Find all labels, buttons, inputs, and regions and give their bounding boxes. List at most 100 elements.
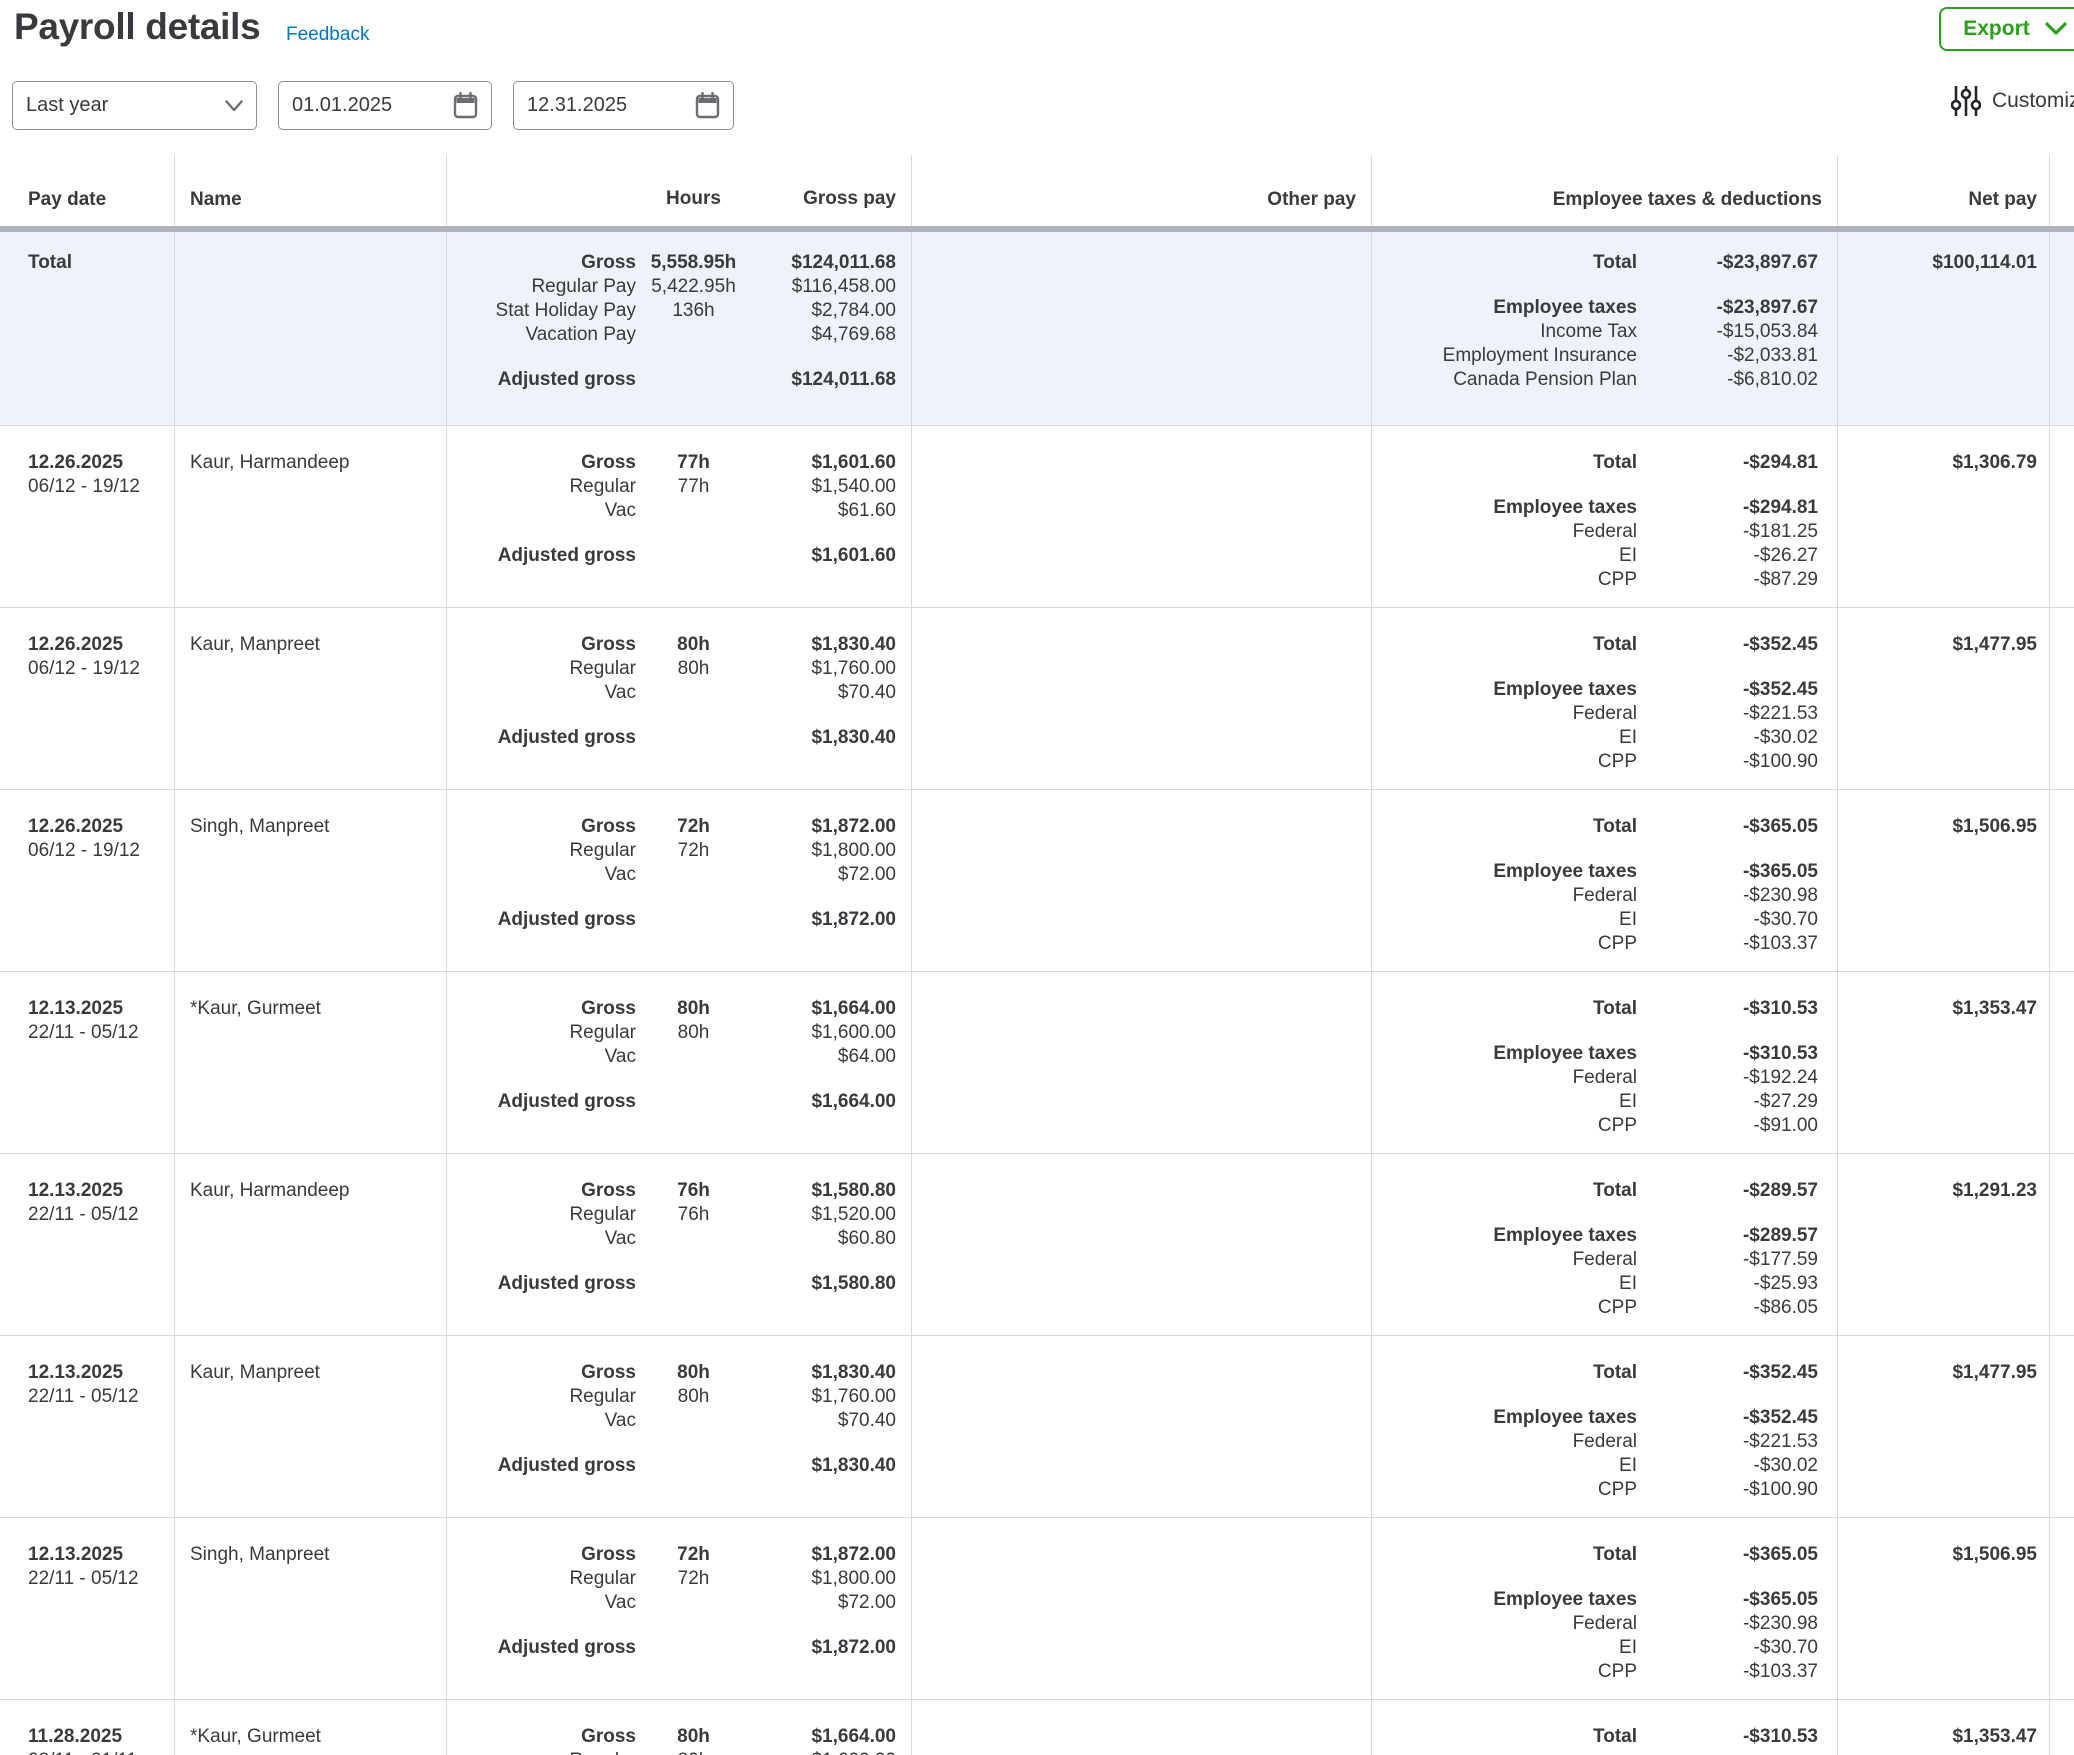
table-right-gutter xyxy=(2050,1154,2074,1335)
table-right-gutter xyxy=(2050,232,2074,425)
other-pay-cell xyxy=(912,608,1372,789)
table-right-gutter xyxy=(2050,1336,2074,1517)
end-date-input[interactable] xyxy=(527,94,647,117)
page-title: Payroll details xyxy=(14,6,260,48)
employee-name-cell: Kaur, Harmandeep xyxy=(175,1154,447,1335)
table-right-gutter xyxy=(2050,972,2074,1153)
total-net-pay: $100,114.01 xyxy=(1838,232,2050,425)
hours-gross-cell: Gross80h$1,664.00 Regular80h$1,600.00 xyxy=(447,1700,912,1755)
employee-name-cell: Singh, Manpreet xyxy=(175,1518,447,1699)
net-pay-cell: $1,353.47 xyxy=(1838,972,2050,1153)
payroll-row: 12.13.202522/11 - 05/12 Singh, Manpreet … xyxy=(0,1517,2074,1699)
pay-date-cell: 12.13.202522/11 - 05/12 xyxy=(0,1154,175,1335)
hours-gross-cell: Gross72h$1,872.00 Regular72h$1,800.00 Va… xyxy=(447,1518,912,1699)
table-right-gutter xyxy=(2050,426,2074,607)
period-select[interactable]: Last year xyxy=(12,81,257,130)
net-pay-cell: $1,291.23 xyxy=(1838,1154,2050,1335)
column-header-net-pay: Net pay xyxy=(1838,155,2050,226)
column-header-taxes: Employee taxes & deductions xyxy=(1372,155,1838,226)
table-right-gutter xyxy=(2050,1518,2074,1699)
total-summary-row: Total Gross5,558.95h$124,011.68 Regular … xyxy=(0,232,2074,425)
payroll-row: 12.26.202506/12 - 19/12 Singh, Manpreet … xyxy=(0,789,2074,971)
column-header-name: Name xyxy=(175,155,447,226)
other-pay-cell xyxy=(912,1518,1372,1699)
taxes-cell: Total-$294.81 Employee taxes-$294.81 Fed… xyxy=(1372,426,1838,607)
taxes-cell: Total-$352.45 Employee taxes-$352.45 Fed… xyxy=(1372,608,1838,789)
calendar-icon xyxy=(695,92,720,119)
total-other-pay-cell xyxy=(912,232,1372,425)
taxes-cell: Total-$365.05 Employee taxes-$365.05 Fed… xyxy=(1372,1518,1838,1699)
employee-name-cell: Kaur, Manpreet xyxy=(175,608,447,789)
other-pay-cell xyxy=(912,972,1372,1153)
total-row-label: Total xyxy=(0,232,175,425)
export-button-label: Export xyxy=(1963,17,2030,41)
table-header-row: Pay date Name Hours Gross pay Other pay … xyxy=(0,155,2074,226)
net-pay-cell: $1,477.95 xyxy=(1838,1336,2050,1517)
payroll-row: 12.13.202522/11 - 05/12 Kaur, Manpreet G… xyxy=(0,1335,2074,1517)
pay-date-cell: 12.26.202506/12 - 19/12 xyxy=(0,426,175,607)
end-date-field[interactable] xyxy=(513,81,734,130)
hours-gross-cell: Gross80h$1,830.40 Regular80h$1,760.00 Va… xyxy=(447,1336,912,1517)
payroll-row: 12.26.202506/12 - 19/12 Kaur, Manpreet G… xyxy=(0,607,2074,789)
payroll-row: 12.13.202522/11 - 05/12 *Kaur, Gurmeet G… xyxy=(0,971,2074,1153)
hours-gross-cell: Gross76h$1,580.80 Regular76h$1,520.00 Va… xyxy=(447,1154,912,1335)
start-date-input[interactable] xyxy=(292,94,412,117)
net-pay-cell: $1,306.79 xyxy=(1838,426,2050,607)
hours-gross-cell: Gross80h$1,664.00 Regular80h$1,600.00 Va… xyxy=(447,972,912,1153)
pay-date-cell: 12.13.202522/11 - 05/12 xyxy=(0,1336,175,1517)
other-pay-cell xyxy=(912,1336,1372,1517)
total-name-cell xyxy=(175,232,447,425)
pay-date-cell: 12.13.202522/11 - 05/12 xyxy=(0,1518,175,1699)
payroll-row: 11.28.202508/11 - 21/11 *Kaur, Gurmeet G… xyxy=(0,1699,2074,1755)
other-pay-cell xyxy=(912,426,1372,607)
period-select-value: Last year xyxy=(26,94,108,117)
pay-date-cell: 12.26.202506/12 - 19/12 xyxy=(0,608,175,789)
calendar-icon xyxy=(453,92,478,119)
payroll-row: 12.26.202506/12 - 19/12 Kaur, Harmandeep… xyxy=(0,425,2074,607)
other-pay-cell xyxy=(912,1700,1372,1755)
employee-name-cell: *Kaur, Gurmeet xyxy=(175,972,447,1153)
feedback-link[interactable]: Feedback xyxy=(286,24,369,46)
column-header-gross-pay: Gross pay xyxy=(751,187,911,211)
employee-name-cell: Kaur, Harmandeep xyxy=(175,426,447,607)
filters-bar: Last year xyxy=(12,81,734,130)
column-header-hours-gross: Hours Gross pay xyxy=(447,155,912,226)
customize-button[interactable]: Customize xyxy=(1951,84,2074,118)
start-date-field[interactable] xyxy=(278,81,492,130)
pay-date-cell: 11.28.202508/11 - 21/11 xyxy=(0,1700,175,1755)
export-button[interactable]: Export xyxy=(1939,7,2074,51)
taxes-cell: Total-$352.45 Employee taxes-$352.45 Fed… xyxy=(1372,1336,1838,1517)
hours-gross-cell: Gross72h$1,872.00 Regular72h$1,800.00 Va… xyxy=(447,790,912,971)
other-pay-cell xyxy=(912,790,1372,971)
column-header-pay-date: Pay date xyxy=(0,155,175,226)
net-pay-cell: $1,353.47 xyxy=(1838,1700,2050,1755)
taxes-cell: Total-$310.53 Employee taxes-$310.53 Fed… xyxy=(1372,972,1838,1153)
net-pay-cell: $1,506.95 xyxy=(1838,1518,2050,1699)
hours-gross-cell: Gross77h$1,601.60 Regular77h$1,540.00 Va… xyxy=(447,426,912,607)
chevron-down-icon xyxy=(2045,22,2067,36)
total-taxes-cell: Total-$23,897.67 Employee taxes-$23,897.… xyxy=(1372,232,1838,425)
sliders-icon xyxy=(1951,84,1981,118)
customize-label: Customize xyxy=(1992,89,2074,113)
other-pay-cell xyxy=(912,1154,1372,1335)
employee-name-cell: Kaur, Manpreet xyxy=(175,1336,447,1517)
hours-gross-cell: Gross80h$1,830.40 Regular80h$1,760.00 Va… xyxy=(447,608,912,789)
taxes-cell: Total-$310.53 xyxy=(1372,1700,1838,1755)
table-right-gutter xyxy=(2050,608,2074,789)
pay-date-cell: 12.26.202506/12 - 19/12 xyxy=(0,790,175,971)
net-pay-cell: $1,506.95 xyxy=(1838,790,2050,971)
column-header-other-pay: Other pay xyxy=(912,155,1372,226)
net-pay-cell: $1,477.95 xyxy=(1838,608,2050,789)
pay-date-cell: 12.13.202522/11 - 05/12 xyxy=(0,972,175,1153)
table-right-gutter xyxy=(2050,790,2074,971)
chevron-down-icon xyxy=(225,100,243,112)
taxes-cell: Total-$289.57 Employee taxes-$289.57 Fed… xyxy=(1372,1154,1838,1335)
table-right-gutter xyxy=(2050,1700,2074,1755)
column-header-hours: Hours xyxy=(636,187,751,211)
payroll-table: Pay date Name Hours Gross pay Other pay … xyxy=(0,155,2074,1755)
employee-name-cell: *Kaur, Gurmeet xyxy=(175,1700,447,1755)
payroll-details-page: Payroll details Feedback Export Customiz… xyxy=(0,0,2074,1755)
employee-name-cell: Singh, Manpreet xyxy=(175,790,447,971)
payroll-row: 12.13.202522/11 - 05/12 Kaur, Harmandeep… xyxy=(0,1153,2074,1335)
taxes-cell: Total-$365.05 Employee taxes-$365.05 Fed… xyxy=(1372,790,1838,971)
